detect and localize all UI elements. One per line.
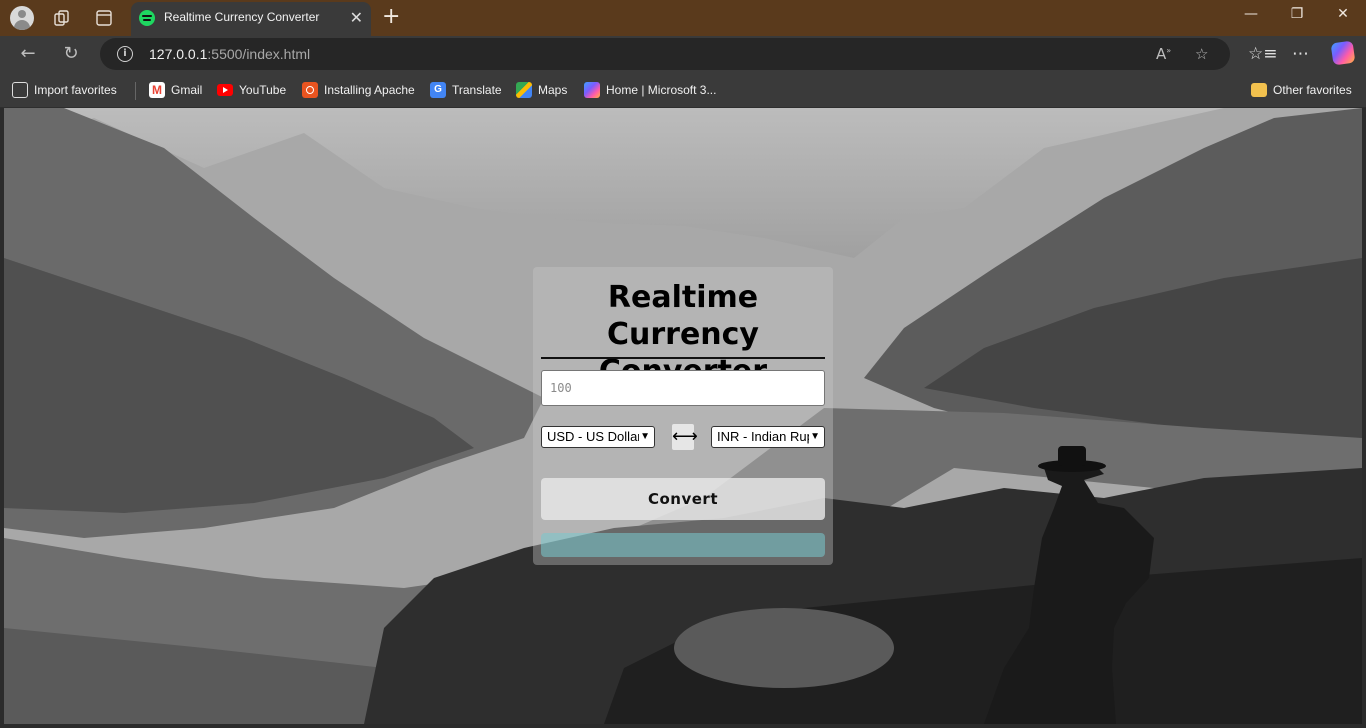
fav-label: Installing Apache	[324, 83, 415, 97]
to-currency-select[interactable]: INR - Indian Rupee▼	[711, 426, 825, 448]
other-favorites-label: Other favorites	[1273, 83, 1352, 97]
title-divider	[541, 357, 825, 359]
browser-toolbar: ← ↻ i 127.0.0.1:5500/index.html A» ☆ ☆≡ …	[0, 36, 1366, 72]
page-viewport: Realtime Currency Converter 100 USD - US…	[4, 108, 1362, 724]
fav-label: Translate	[452, 83, 502, 97]
tab-title: Realtime Currency Converter	[164, 10, 320, 24]
other-favorites[interactable]: Other favorites	[1251, 81, 1352, 99]
chevron-down-icon: ▼	[640, 431, 650, 442]
fav-label: Gmail	[171, 83, 203, 97]
favorite-star-icon[interactable]: ☆	[1195, 45, 1208, 63]
converter-card: Realtime Currency Converter 100 USD - US…	[533, 267, 833, 565]
fav-youtube[interactable]: YouTube	[217, 81, 286, 99]
profile-avatar-icon[interactable]	[10, 6, 34, 30]
tab-active[interactable]: Realtime Currency Converter ✕	[131, 2, 371, 36]
maps-icon	[516, 82, 532, 98]
spotify-icon	[139, 10, 155, 26]
fav-maps[interactable]: Maps	[516, 81, 567, 99]
close-window-button[interactable]: ✕	[1331, 6, 1355, 22]
translate-icon	[430, 82, 446, 98]
title-bar: Realtime Currency Converter ✕ + — ❐ ✕	[0, 0, 1366, 36]
site-info-icon[interactable]: i	[117, 46, 133, 62]
import-icon	[12, 82, 28, 98]
tab-actions-icon[interactable]	[94, 8, 114, 28]
gmail-icon	[149, 82, 165, 98]
from-currency-select[interactable]: USD - US Dollar ▼	[541, 426, 655, 448]
minimize-button[interactable]: —	[1239, 6, 1263, 22]
ubuntu-icon	[302, 82, 318, 98]
convert-button[interactable]: Convert	[541, 478, 825, 520]
amount-input[interactable]: 100	[541, 370, 825, 406]
favorites-bar: Import favorites Gmail YouTube Installin…	[0, 72, 1366, 108]
address-bar[interactable]: i 127.0.0.1:5500/index.html A» ☆	[100, 38, 1230, 70]
folder-icon	[1251, 83, 1267, 97]
fav-label: Home | Microsoft 3...	[606, 83, 717, 97]
copilot-icon[interactable]	[1330, 40, 1356, 66]
chevron-down-icon: ▼	[810, 431, 820, 442]
restore-button[interactable]: ❐	[1285, 6, 1309, 22]
favorites-list-icon[interactable]: ☆≡	[1248, 43, 1277, 65]
fav-label: Import favorites	[34, 83, 117, 97]
fav-label: YouTube	[239, 83, 287, 97]
new-tab-button[interactable]: +	[382, 4, 400, 30]
refresh-icon[interactable]: ↻	[59, 43, 83, 65]
back-arrow-icon[interactable]: ←	[16, 43, 40, 65]
fav-gmail[interactable]: Gmail	[149, 81, 202, 99]
read-aloud-icon[interactable]: A»	[1156, 45, 1171, 63]
result-bar	[541, 533, 825, 557]
fav-microsoft365[interactable]: Home | Microsoft 3...	[584, 81, 716, 99]
fav-installing-apache[interactable]: Installing Apache	[302, 81, 415, 99]
favorites-divider	[135, 82, 136, 100]
tab-close-icon[interactable]: ✕	[350, 9, 363, 27]
youtube-icon	[217, 84, 233, 96]
url-text[interactable]: 127.0.0.1:5500/index.html	[149, 46, 310, 62]
more-options-icon[interactable]: ⋯	[1292, 43, 1309, 65]
fav-label: Maps	[538, 83, 568, 97]
microsoft365-icon	[584, 82, 600, 98]
workspaces-icon[interactable]	[52, 8, 72, 28]
swap-currencies-button[interactable]: ⟷	[672, 424, 698, 450]
fav-import[interactable]: Import favorites	[12, 81, 117, 99]
fav-translate[interactable]: Translate	[430, 81, 502, 99]
